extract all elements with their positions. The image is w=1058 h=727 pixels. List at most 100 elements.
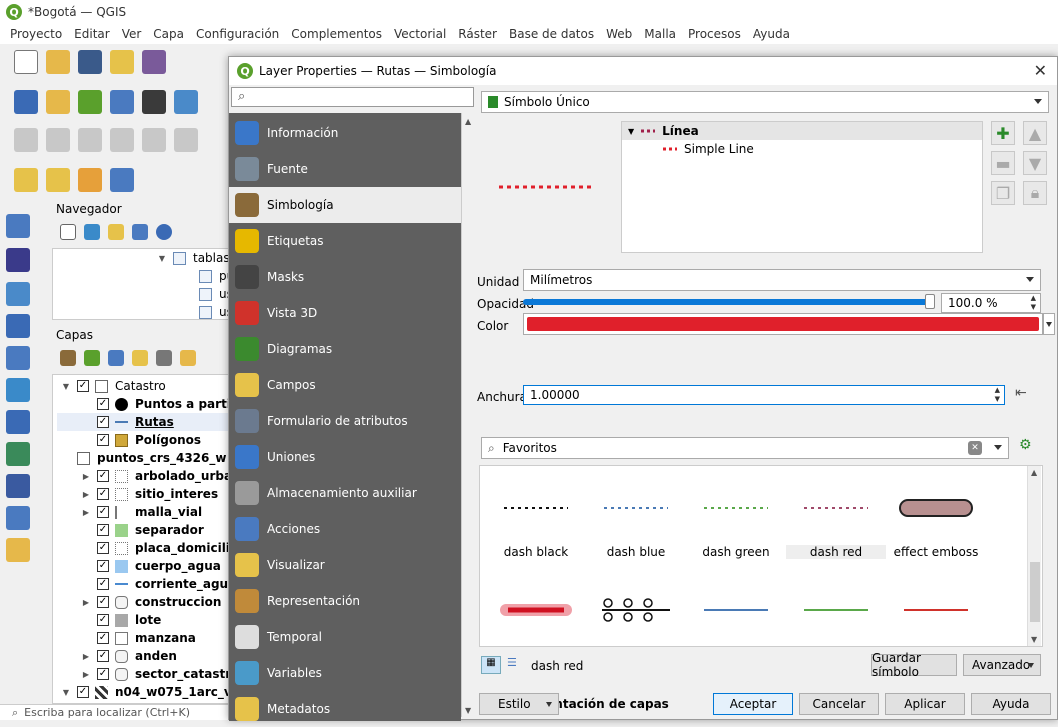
help-button[interactable]: Ayuda — [971, 693, 1051, 715]
layer-visibility-checkbox[interactable]: ✓ — [97, 578, 109, 590]
filter-legend-icon[interactable] — [132, 350, 148, 366]
layer-visibility-checkbox[interactable]: ✓ — [97, 614, 109, 626]
layer-row[interactable]: ▼ ✓ Catastro — [57, 377, 229, 395]
layer-styling-icon[interactable] — [60, 350, 76, 366]
open-project-icon[interactable] — [46, 50, 70, 74]
browser-item[interactable]: us — [53, 285, 233, 303]
style-manager-icon[interactable] — [142, 50, 166, 74]
layer-row[interactable]: ✓ placa_domiciliari — [57, 539, 248, 557]
menu-item[interactable]: Complementos — [291, 27, 382, 41]
sidebar-item-info[interactable]: Información — [229, 115, 461, 151]
sidebar-search-input[interactable]: ⌕ — [231, 87, 474, 107]
add-delimited-text-layer-icon[interactable] — [6, 314, 30, 338]
sidebar-scrollbar[interactable]: ▲ ▼ — [461, 113, 475, 717]
move-up-icon[interactable]: ▲ — [1023, 121, 1047, 145]
layer-row[interactable]: ▶ ✓ malla_vial — [57, 503, 229, 521]
locator-bar[interactable]: ⌕ Escriba para localizar (Ctrl+K) — [0, 704, 230, 720]
locator-input[interactable]: Escriba para localizar (Ctrl+K) — [24, 706, 190, 719]
layer-row[interactable]: ✓ cuerpo_agua — [57, 557, 229, 575]
add-wfs-layer-icon[interactable] — [6, 442, 30, 466]
layer-visibility-checkbox[interactable]: ✓ — [97, 488, 109, 500]
layer-row[interactable]: ▶ ✓ anden — [57, 647, 229, 665]
chevron-right-icon[interactable]: ▶ — [81, 490, 91, 499]
add-wms-layer-icon[interactable] — [6, 410, 30, 434]
add-wcs-layer-icon[interactable] — [6, 474, 30, 498]
layer-row[interactable]: ✓ lote — [57, 611, 229, 629]
refresh-icon[interactable] — [84, 224, 100, 240]
renderer-combo[interactable]: Símbolo Único — [481, 91, 1049, 113]
gallery-symbol-dash[interactable]: dash black — [486, 496, 586, 559]
add-vector-layer-icon[interactable] — [6, 214, 30, 238]
chevron-down-icon[interactable]: ▼ — [61, 382, 71, 391]
chevron-right-icon[interactable]: ▶ — [81, 652, 91, 661]
lock-color-icon[interactable]: 🔒︎ — [1023, 181, 1047, 205]
digitize-icon[interactable] — [14, 128, 38, 152]
add-mesh-layer-icon[interactable] — [6, 282, 30, 306]
style-manager-icon[interactable]: ⚙ — [1019, 437, 1041, 459]
cut-icon[interactable] — [174, 128, 198, 152]
menu-item[interactable]: Ayuda — [753, 27, 790, 41]
menu-item[interactable]: Malla — [644, 27, 676, 41]
info-icon[interactable] — [156, 224, 172, 240]
menu-item[interactable]: Web — [606, 27, 632, 41]
save-project-icon[interactable] — [78, 50, 102, 74]
add-xyz-layer-icon[interactable] — [6, 506, 30, 530]
add-raster-layer-icon[interactable] — [6, 248, 30, 272]
delete-icon[interactable] — [142, 128, 166, 152]
add-selected-layers-icon[interactable] — [60, 224, 76, 240]
layer-visibility-checkbox[interactable]: ✓ — [97, 470, 109, 482]
sidebar-item-form[interactable]: Formulario de atributos — [229, 403, 461, 439]
cancel-button[interactable]: Cancelar — [799, 693, 879, 715]
sidebar-item-labels[interactable]: Etiquetas — [229, 223, 461, 259]
layer-visibility-checkbox[interactable]: ✓ — [97, 398, 109, 410]
layer-visibility-checkbox[interactable]: ✓ — [97, 632, 109, 644]
layer-visibility-checkbox[interactable]: ✓ — [97, 524, 109, 536]
width-spinbox[interactable]: 1.00000 ▲ ▼ — [523, 385, 1005, 405]
sidebar-item-joins[interactable]: Uniones — [229, 439, 461, 475]
new-shapefile-icon[interactable] — [110, 90, 134, 114]
layer-visibility-checkbox[interactable]: ✓ — [97, 650, 109, 662]
move-down-icon[interactable]: ▼ — [1023, 151, 1047, 175]
filter-expression-icon[interactable] — [156, 350, 172, 366]
sidebar-item-display[interactable]: Visualizar — [229, 547, 461, 583]
layer-row[interactable]: ▶ ✓ construccion — [57, 593, 229, 611]
filter-icon[interactable] — [108, 224, 124, 240]
sidebar-item-actions[interactable]: Acciones — [229, 511, 461, 547]
data-defined-override-icon[interactable]: ⇤ — [1015, 385, 1039, 405]
layer-row[interactable]: ✓ manzana — [57, 629, 229, 647]
icon-view-icon[interactable]: ▦ — [481, 656, 501, 674]
gallery-symbol-dash[interactable]: dash red — [786, 496, 886, 559]
clear-search-icon[interactable]: ✕ — [968, 441, 982, 455]
new-print-layout-icon[interactable] — [110, 50, 134, 74]
collapse-all-icon[interactable] — [132, 224, 148, 240]
chevron-down-icon[interactable]: ▼ — [157, 254, 167, 263]
unit-combo[interactable]: Milímetros — [523, 269, 1041, 291]
add-delimited-text-icon[interactable] — [78, 90, 102, 114]
gallery-symbol-dash[interactable]: dash green — [686, 496, 786, 559]
add-vector-icon[interactable] — [46, 90, 70, 114]
add-group-icon[interactable] — [84, 350, 100, 366]
layer-row[interactable]: ✓ Rutas — [57, 413, 229, 431]
new-geopackage-icon[interactable] — [142, 90, 166, 114]
advanced-button[interactable]: Avanzado — [963, 654, 1041, 676]
menu-item[interactable]: Capa — [153, 27, 184, 41]
layer-row[interactable]: ▶ ✓ sector_catastral — [57, 665, 243, 683]
close-icon[interactable]: ✕ — [1034, 61, 1047, 80]
add-symbol-layer-button[interactable]: ✚ — [991, 121, 1015, 145]
select-by-value-icon[interactable] — [46, 168, 70, 192]
layer-row[interactable]: ✓ separador — [57, 521, 229, 539]
sidebar-item-3d-view[interactable]: Vista 3D — [229, 295, 461, 331]
layer-visibility-checkbox[interactable]: ✓ — [97, 506, 109, 518]
chevron-down-icon[interactable]: ▼ — [61, 688, 71, 697]
layer-row[interactable]: puntos_crs_4326_w — [57, 449, 229, 467]
color-button[interactable] — [523, 313, 1043, 335]
sidebar-item-rendering[interactable]: Representación — [229, 583, 461, 619]
pan-to-selection-icon[interactable] — [110, 168, 134, 192]
menu-item[interactable]: Proyecto — [10, 27, 62, 41]
layer-visibility-checkbox[interactable]: ✓ — [77, 686, 89, 698]
opacity-spinbox[interactable]: 100.0 % ▲ ▼ — [941, 293, 1041, 313]
chevron-right-icon[interactable]: ▶ — [81, 508, 91, 517]
browser-item[interactable]: us — [53, 303, 233, 321]
opacity-slider[interactable] — [523, 294, 935, 309]
sidebar-item-temporal[interactable]: Temporal — [229, 619, 461, 655]
